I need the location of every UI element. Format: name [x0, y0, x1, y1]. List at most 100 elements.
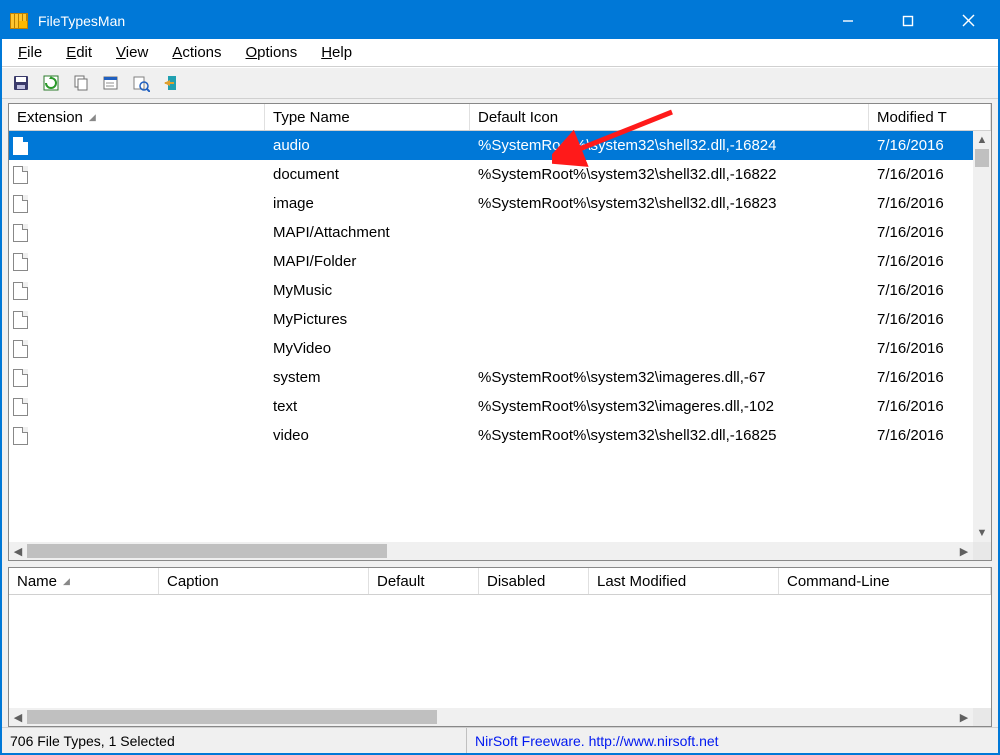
- file-icon: [13, 224, 28, 242]
- row-icon: [9, 137, 31, 155]
- row-icon: [9, 369, 31, 387]
- app-icon: [10, 13, 28, 29]
- status-credits[interactable]: NirSoft Freeware. http://www.nirsoft.net: [467, 728, 998, 753]
- horizontal-scrollbar-top[interactable]: ◀ ▶: [9, 542, 991, 560]
- filetypes-list-panel: Extension◢ Type Name Default Icon Modifi…: [8, 103, 992, 561]
- row-icon: [9, 427, 31, 445]
- table-row[interactable]: system%SystemRoot%\system32\imageres.dll…: [9, 363, 991, 392]
- cell-defaulticon: %SystemRoot%\system32\shell32.dll,-16825: [470, 427, 869, 444]
- maximize-button[interactable]: [878, 2, 938, 39]
- file-icon: [13, 253, 28, 271]
- table-row[interactable]: document%SystemRoot%\system32\shell32.dl…: [9, 160, 991, 189]
- cell-typename: image: [265, 195, 470, 212]
- scroll-down-icon[interactable]: ▼: [973, 524, 991, 542]
- file-icon: [13, 166, 28, 184]
- filetypes-body[interactable]: audio%SystemRoot%\system32\shell32.dll,-…: [9, 131, 991, 542]
- file-icon: [13, 340, 28, 358]
- statusbar: 706 File Types, 1 Selected NirSoft Freew…: [2, 727, 998, 753]
- copy-icon[interactable]: [70, 72, 92, 94]
- cell-defaulticon: %SystemRoot%\system32\shell32.dll,-16823: [470, 195, 869, 212]
- table-row[interactable]: MAPI/Folder7/16/2016: [9, 247, 991, 276]
- cell-typename: audio: [265, 137, 470, 154]
- window-title: FileTypesMan: [38, 13, 818, 29]
- cell-typename: video: [265, 427, 470, 444]
- scroll-right-icon[interactable]: ▶: [955, 708, 973, 726]
- save-icon[interactable]: [10, 72, 32, 94]
- hscroll-thumb[interactable]: [27, 544, 387, 558]
- file-icon: [13, 137, 28, 155]
- scroll-up-icon[interactable]: ▲: [973, 131, 991, 149]
- scroll-thumb[interactable]: [975, 149, 989, 167]
- table-row[interactable]: image%SystemRoot%\system32\shell32.dll,-…: [9, 189, 991, 218]
- cell-typename: MyMusic: [265, 282, 470, 299]
- row-icon: [9, 282, 31, 300]
- titlebar: FileTypesMan: [2, 2, 998, 39]
- horizontal-scrollbar-bottom[interactable]: ◀ ▶: [9, 708, 991, 726]
- status-count: 706 File Types, 1 Selected: [2, 728, 467, 753]
- row-icon: [9, 340, 31, 358]
- exit-icon[interactable]: [160, 72, 182, 94]
- cell-typename: MyPictures: [265, 311, 470, 328]
- table-row[interactable]: MAPI/Attachment7/16/2016: [9, 218, 991, 247]
- file-icon: [13, 398, 28, 416]
- cell-defaulticon: %SystemRoot%\system32\shell32.dll,-16822: [470, 166, 869, 183]
- row-icon: [9, 195, 31, 213]
- window-controls: [818, 2, 998, 39]
- menu-edit[interactable]: Edit: [56, 42, 102, 63]
- app-window: FileTypesMan File Edit View Actions Opti…: [0, 0, 1000, 755]
- file-icon: [13, 369, 28, 387]
- file-icon: [13, 311, 28, 329]
- menu-options[interactable]: Options: [236, 42, 308, 63]
- cell-typename: text: [265, 398, 470, 415]
- vertical-scrollbar[interactable]: ▲ ▼: [973, 131, 991, 542]
- cell-typename: system: [265, 369, 470, 386]
- cell-typename: MAPI/Attachment: [265, 224, 470, 241]
- cell-defaulticon: %SystemRoot%\system32\imageres.dll,-102: [470, 398, 869, 415]
- menu-view[interactable]: View: [106, 42, 158, 63]
- row-icon: [9, 398, 31, 416]
- menu-actions[interactable]: Actions: [162, 42, 231, 63]
- scroll-left-icon[interactable]: ◀: [9, 708, 27, 726]
- table-row[interactable]: MyPictures7/16/2016: [9, 305, 991, 334]
- minimize-button[interactable]: [818, 2, 878, 39]
- sort-indicator-icon: ◢: [89, 112, 96, 123]
- close-button[interactable]: [938, 2, 998, 39]
- column-disabled[interactable]: Disabled: [479, 568, 589, 594]
- sort-indicator-icon: ◢: [63, 576, 70, 587]
- table-row[interactable]: MyMusic7/16/2016: [9, 276, 991, 305]
- cell-typename: document: [265, 166, 470, 183]
- column-extension[interactable]: Extension◢: [9, 104, 265, 130]
- menu-help[interactable]: Help: [311, 42, 362, 63]
- row-icon: [9, 253, 31, 271]
- column-lastmodified[interactable]: Last Modified: [589, 568, 779, 594]
- file-icon: [13, 427, 28, 445]
- column-default[interactable]: Default: [369, 568, 479, 594]
- menubar: File Edit View Actions Options Help: [2, 39, 998, 67]
- table-row[interactable]: audio%SystemRoot%\system32\shell32.dll,-…: [9, 131, 991, 160]
- row-icon: [9, 311, 31, 329]
- actions-header-row: Name◢ Caption Default Disabled Last Modi…: [9, 568, 991, 595]
- hscroll-thumb[interactable]: [27, 710, 437, 724]
- column-modifiedtime[interactable]: Modified T: [869, 104, 991, 130]
- column-caption[interactable]: Caption: [159, 568, 369, 594]
- column-commandline[interactable]: Command-Line: [779, 568, 991, 594]
- table-row[interactable]: MyVideo7/16/2016: [9, 334, 991, 363]
- scroll-right-icon[interactable]: ▶: [955, 542, 973, 560]
- column-name[interactable]: Name◢: [9, 568, 159, 594]
- find-icon[interactable]: [130, 72, 152, 94]
- menu-file[interactable]: File: [8, 42, 52, 63]
- table-row[interactable]: video%SystemRoot%\system32\shell32.dll,-…: [9, 421, 991, 450]
- filetypes-header-row: Extension◢ Type Name Default Icon Modifi…: [9, 104, 991, 131]
- actions-body[interactable]: [9, 595, 991, 708]
- cell-typename: MAPI/Folder: [265, 253, 470, 270]
- actions-list-panel: Name◢ Caption Default Disabled Last Modi…: [8, 567, 992, 727]
- refresh-icon[interactable]: [40, 72, 62, 94]
- properties-icon[interactable]: [100, 72, 122, 94]
- row-icon: [9, 166, 31, 184]
- table-row[interactable]: text%SystemRoot%\system32\imageres.dll,-…: [9, 392, 991, 421]
- row-icon: [9, 224, 31, 242]
- file-icon: [13, 195, 28, 213]
- column-defaulticon[interactable]: Default Icon: [470, 104, 869, 130]
- scroll-left-icon[interactable]: ◀: [9, 542, 27, 560]
- column-typename[interactable]: Type Name: [265, 104, 470, 130]
